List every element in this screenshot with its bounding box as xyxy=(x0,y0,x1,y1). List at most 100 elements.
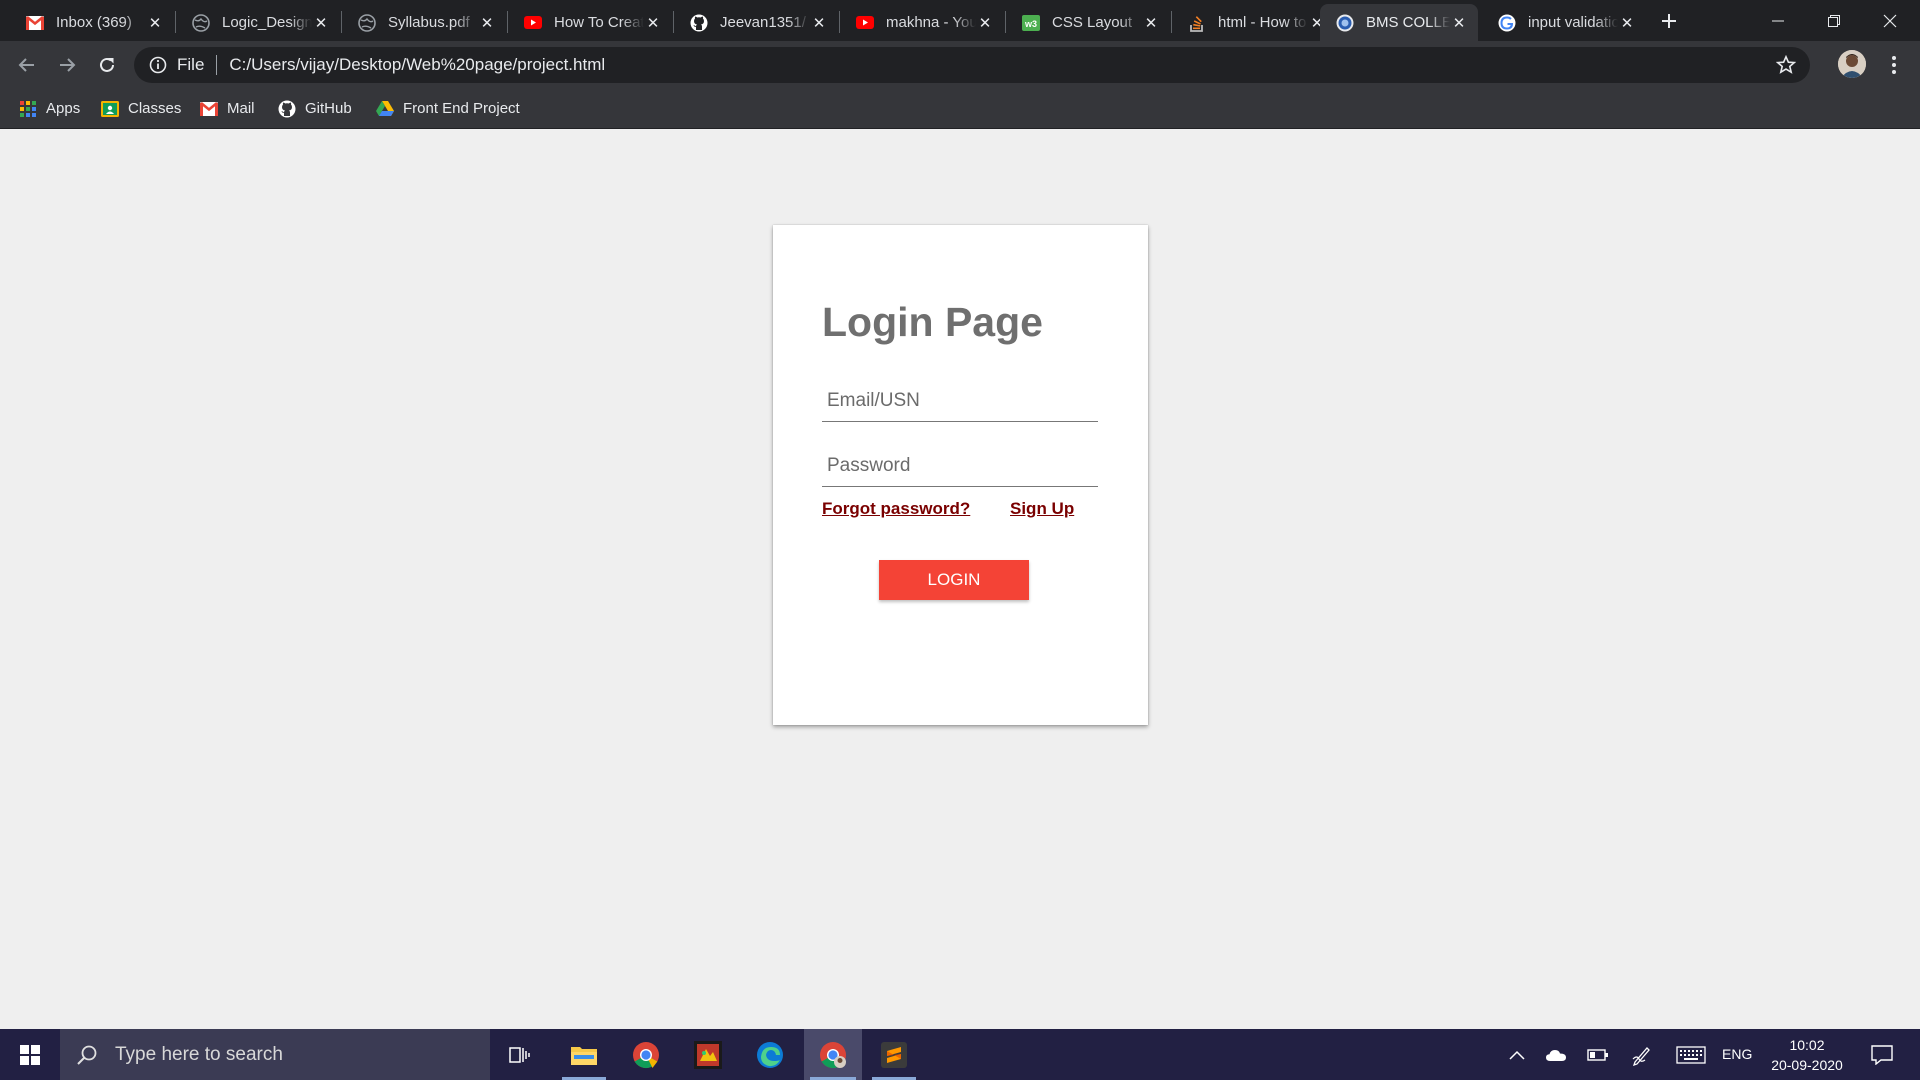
bookmark-label: Classes xyxy=(128,100,182,117)
tab-title: BMS COLLEGE xyxy=(1366,14,1450,31)
language-indicator[interactable]: ENG xyxy=(1722,1029,1752,1080)
tab-css-layout[interactable]: w3 CSS Layout ✕ xyxy=(1006,4,1170,41)
tab-title: makhna - YouTube xyxy=(886,14,976,31)
google-icon xyxy=(1498,14,1516,32)
close-icon[interactable]: ✕ xyxy=(146,14,164,32)
close-icon[interactable]: ✕ xyxy=(1450,14,1468,32)
tab-title: html - How to xyxy=(1218,14,1307,31)
task-view-button[interactable] xyxy=(492,1029,548,1080)
chevron-up-icon xyxy=(1509,1050,1525,1060)
bookmark-mail[interactable]: Mail xyxy=(200,88,255,129)
apps-grid-icon xyxy=(19,100,37,118)
tab-inbox[interactable]: Inbox (369) ✕ xyxy=(10,4,174,41)
bookmark-label: GitHub xyxy=(305,100,352,117)
bookmark-front-end-project[interactable]: Front End Project xyxy=(376,88,520,129)
youtube-icon xyxy=(524,14,542,32)
forward-button[interactable] xyxy=(51,49,83,81)
game-app-icon xyxy=(694,1040,722,1069)
bookmark-github[interactable]: GitHub xyxy=(278,88,352,129)
new-tab-button[interactable] xyxy=(1654,8,1684,34)
chrome-icon xyxy=(633,1041,659,1068)
address-bar[interactable]: File C:/Users/vijay/Desktop/Web%20page/p… xyxy=(134,47,1810,83)
info-icon[interactable] xyxy=(149,56,167,74)
tab-how-to-create[interactable]: How To Create ✕ xyxy=(508,4,672,41)
bookmark-label: Mail xyxy=(227,100,255,117)
reload-button[interactable] xyxy=(91,49,123,81)
back-button[interactable] xyxy=(11,49,43,81)
close-icon[interactable]: ✕ xyxy=(1142,14,1160,32)
tab-makhna[interactable]: makhna - YouTube ✕ xyxy=(840,4,1004,41)
svg-text:w3: w3 xyxy=(1024,19,1037,29)
battery-button[interactable] xyxy=(1583,1029,1613,1080)
tab-title: Logic_Design xyxy=(222,14,312,31)
address-divider xyxy=(216,55,218,75)
arrow-right-icon xyxy=(60,58,76,72)
tab-title: Jeevan1351/ xyxy=(720,14,806,31)
tab-github-repo[interactable]: Jeevan1351/ ✕ xyxy=(674,4,838,41)
search-icon xyxy=(77,1045,97,1065)
game-app-button[interactable] xyxy=(680,1029,736,1080)
arrow-left-icon xyxy=(18,58,34,72)
show-hidden-icons-button[interactable] xyxy=(1503,1029,1531,1080)
close-icon[interactable]: ✕ xyxy=(810,14,828,32)
tab-logic-design[interactable]: Logic_Design ✕ xyxy=(176,4,340,41)
star-icon[interactable] xyxy=(1776,55,1796,75)
notifications-button[interactable] xyxy=(1864,1029,1900,1080)
classroom-icon xyxy=(101,100,119,118)
close-icon[interactable]: ✕ xyxy=(312,14,330,32)
menu-button[interactable] xyxy=(1880,49,1908,81)
bookmark-apps[interactable]: Apps xyxy=(19,88,80,129)
close-icon[interactable]: ✕ xyxy=(976,14,994,32)
close-icon[interactable]: ✕ xyxy=(1618,14,1636,32)
edge-button[interactable] xyxy=(742,1029,798,1080)
sublime-text-button[interactable] xyxy=(866,1029,922,1080)
onedrive-button[interactable] xyxy=(1541,1029,1571,1080)
task-view-icon xyxy=(509,1046,530,1063)
login-button[interactable]: LOGIN xyxy=(879,560,1029,600)
minimize-button[interactable] xyxy=(1750,0,1806,41)
bms-icon xyxy=(1336,14,1354,32)
start-button[interactable] xyxy=(0,1029,60,1080)
restore-button[interactable] xyxy=(1806,0,1862,41)
stackoverflow-icon xyxy=(1188,14,1206,32)
close-icon xyxy=(1883,14,1897,27)
password-field[interactable] xyxy=(822,445,1098,487)
url-text[interactable]: C:/Users/vijay/Desktop/Web%20page/projec… xyxy=(229,55,605,75)
tab-syllabus[interactable]: Syllabus.pdf ✕ xyxy=(342,4,506,41)
drive-icon xyxy=(376,100,394,118)
clock-time: 10:02 xyxy=(1789,1037,1825,1053)
reload-icon xyxy=(100,57,114,72)
close-icon[interactable]: ✕ xyxy=(478,14,496,32)
bookmarks-bar: Apps Classes Mail GitHub Front End Proje… xyxy=(0,88,1920,129)
email-field[interactable] xyxy=(822,380,1098,422)
tab-title: Syllabus.pdf xyxy=(388,14,470,31)
bookmark-classes[interactable]: Classes xyxy=(101,88,181,129)
windows-taskbar: Type here to search ENG 10:02 20-09-2020 xyxy=(0,1029,1920,1080)
tab-bms-college[interactable]: BMS COLLEGE ✕ xyxy=(1320,4,1478,41)
file-explorer-button[interactable] xyxy=(556,1029,612,1080)
chrome-profile-button[interactable] xyxy=(804,1029,862,1080)
chrome-profile-icon xyxy=(820,1041,846,1068)
avatar[interactable] xyxy=(1838,50,1866,78)
chrome-button[interactable] xyxy=(618,1029,674,1080)
pen-workspace-button[interactable] xyxy=(1627,1029,1657,1080)
tab-title: input validation xyxy=(1528,14,1618,31)
login-card: Login Page Forgot password? Sign Up LOGI… xyxy=(773,225,1148,725)
notification-icon xyxy=(1871,1044,1893,1065)
forgot-password-link[interactable]: Forgot password? xyxy=(822,499,970,519)
taskbar-clock[interactable]: 10:02 20-09-2020 xyxy=(1762,1035,1852,1075)
keyboard-icon xyxy=(1676,1045,1706,1064)
pen-icon xyxy=(1632,1046,1650,1066)
gmail-icon xyxy=(26,14,44,32)
tab-input-validation[interactable]: input validation ✕ xyxy=(1482,4,1646,41)
close-window-button[interactable] xyxy=(1862,0,1918,41)
touch-keyboard-button[interactable] xyxy=(1673,1029,1709,1080)
taskbar-search[interactable]: Type here to search xyxy=(60,1029,490,1080)
tab-stackoverflow[interactable]: html - How to ✕ xyxy=(1172,4,1336,41)
restore-icon xyxy=(1828,14,1840,27)
close-icon[interactable]: ✕ xyxy=(644,14,662,32)
gmail-icon xyxy=(200,100,218,118)
tab-title: How To Create xyxy=(554,14,644,31)
sign-up-link[interactable]: Sign Up xyxy=(1010,499,1074,519)
bookmark-label: Apps xyxy=(46,100,81,117)
